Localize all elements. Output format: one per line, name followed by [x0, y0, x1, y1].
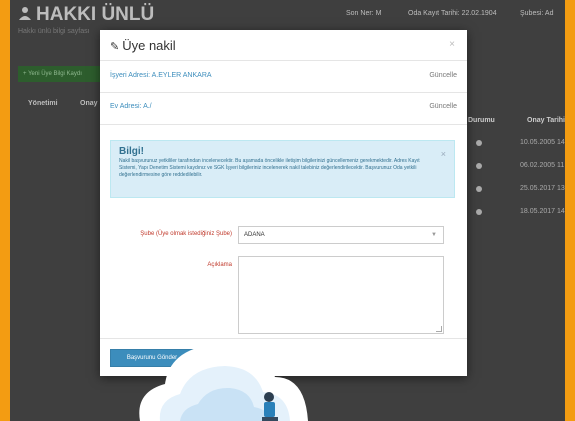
modal-title: ✎ Üye nakil — [110, 38, 176, 53]
alert-close-icon[interactable]: × — [441, 149, 446, 159]
tab-yonetimi[interactable]: Yönetimi — [28, 100, 58, 107]
branch-select-value: ADANA — [244, 232, 265, 238]
status-dot — [476, 140, 482, 146]
top-info-1: Son Ner: M — [346, 10, 382, 17]
table-cell-date: 18.05.2017 14 — [520, 208, 565, 215]
page-title: HAKKI ÜNLÜ — [18, 4, 154, 26]
user-icon — [19, 7, 31, 20]
modal-title-text: Üye nakil — [122, 38, 176, 53]
update-workplace-address-link[interactable]: Güncelle — [429, 66, 457, 86]
modal-header: ✎ Üye nakil × — [100, 30, 467, 61]
home-address-row: Ev Adresi: A./ Güncelle — [110, 97, 457, 117]
table-header-durumu: Durumu — [468, 117, 495, 124]
workplace-address[interactable]: İşyeri Adresi: A.EYLER ANKARA — [110, 72, 212, 79]
person-body — [264, 402, 275, 417]
alert-title: Bilgi! — [119, 146, 144, 157]
divider — [100, 124, 467, 125]
alert-text: Nakil başvurunuz yetkililer tarafından i… — [119, 158, 420, 178]
page-subtitle: Hakkı ünlü bilgi sayfası — [18, 28, 90, 35]
update-home-address-link[interactable]: Güncelle — [429, 97, 457, 117]
chevron-down-icon: ▼ — [431, 232, 437, 238]
table-cell-date: 25.05.2017 13 — [520, 185, 565, 192]
status-dot — [476, 163, 482, 169]
branch-label: Şube (Üye olmak istediğiniz Şube) — [140, 231, 232, 237]
table-cell-date: 10.05.2005 14 — [520, 139, 565, 146]
status-dot — [476, 209, 482, 215]
top-info-3: Şubesi: Ad — [520, 10, 554, 17]
workplace-address-row: İşyeri Adresi: A.EYLER ANKARA Güncelle — [110, 66, 457, 86]
tab-onay[interactable]: Onay — [80, 100, 98, 107]
close-icon[interactable]: × — [449, 39, 455, 50]
table-header-onay-tarihi: Onay Tarihi — [527, 117, 565, 124]
description-label: Açıklama — [207, 262, 232, 268]
person-head — [264, 392, 274, 402]
resize-handle-icon[interactable] — [436, 326, 442, 332]
divider — [100, 92, 467, 93]
page-title-text: HAKKI ÜNLÜ — [36, 4, 155, 25]
new-record-button[interactable]: + Yeni Üye Bilgi Kaydı — [18, 66, 103, 82]
table-cell-date: 06.02.2005 11 — [520, 162, 565, 169]
branch-select[interactable]: ADANA ▼ — [238, 226, 444, 244]
status-dot — [476, 186, 482, 192]
cloud-illustration — [139, 343, 308, 421]
home-address[interactable]: Ev Adresi: A./ — [110, 103, 152, 110]
top-info-2: Oda Kayıt Tarihi: 22.02.1904 — [408, 10, 497, 17]
info-alert: Bilgi! Nakil başvurunuz yetkililer taraf… — [110, 140, 455, 198]
pencil-icon: ✎ — [110, 41, 120, 53]
